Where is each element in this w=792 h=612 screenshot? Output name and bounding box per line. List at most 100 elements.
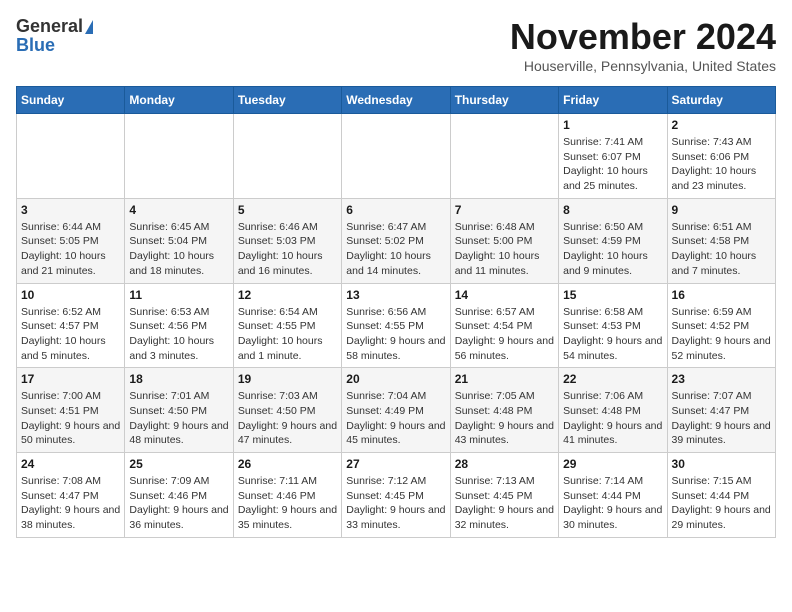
day-info: Sunrise: 7:06 AM Sunset: 4:48 PM Dayligh… xyxy=(563,389,662,448)
calendar-cell: 14 Sunrise: 6:57 AM Sunset: 4:54 PM Dayli… xyxy=(450,283,558,368)
day-number: 6 xyxy=(346,203,445,217)
calendar-cell: 27 Sunrise: 7:12 AM Sunset: 4:45 PM Dayli… xyxy=(342,453,450,538)
day-number: 19 xyxy=(238,372,337,386)
calendar-cell xyxy=(233,114,341,199)
calendar-cell xyxy=(125,114,233,199)
day-info: Sunrise: 7:43 AM Sunset: 6:06 PM Dayligh… xyxy=(672,135,771,194)
logo-blue-text: Blue xyxy=(16,35,55,56)
day-number: 13 xyxy=(346,288,445,302)
day-number: 27 xyxy=(346,457,445,471)
calendar-cell: 23Sunrise: 7:07 AM Sunset: 4:47 PM Dayli… xyxy=(667,368,775,453)
logo-general-text: General xyxy=(16,16,83,37)
day-number: 17 xyxy=(21,372,120,386)
day-info: Sunrise: 6:51 AM Sunset: 4:58 PM Dayligh… xyxy=(672,220,771,279)
day-info: Sunrise: 6:48 AM Sunset: 5:00 PM Dayligh… xyxy=(455,220,554,279)
day-info: Sunrise: 7:09 AM Sunset: 4:46 PM Dayligh… xyxy=(129,474,228,533)
calendar-cell xyxy=(17,114,125,199)
week-row-4: 17Sunrise: 7:00 AM Sunset: 4:51 PM Dayli… xyxy=(17,368,776,453)
calendar-cell: 10 Sunrise: 6:52 AM Sunset: 4:57 PM Dayli… xyxy=(17,283,125,368)
calendar-cell: 8 Sunrise: 6:50 AM Sunset: 4:59 PM Daylig… xyxy=(559,198,667,283)
page-header: General Blue November 2024 Houserville, … xyxy=(16,16,776,74)
day-info: Sunrise: 7:15 AM Sunset: 4:44 PM Dayligh… xyxy=(672,474,771,533)
day-number: 26 xyxy=(238,457,337,471)
day-number: 14 xyxy=(455,288,554,302)
day-number: 9 xyxy=(672,203,771,217)
calendar-cell: 15Sunrise: 6:58 AM Sunset: 4:53 PM Dayli… xyxy=(559,283,667,368)
day-info: Sunrise: 7:05 AM Sunset: 4:48 PM Dayligh… xyxy=(455,389,554,448)
day-number: 25 xyxy=(129,457,228,471)
day-info: Sunrise: 7:08 AM Sunset: 4:47 PM Dayligh… xyxy=(21,474,120,533)
day-info: Sunrise: 7:01 AM Sunset: 4:50 PM Dayligh… xyxy=(129,389,228,448)
week-row-5: 24Sunrise: 7:08 AM Sunset: 4:47 PM Dayli… xyxy=(17,453,776,538)
calendar-cell: 3Sunrise: 6:44 AM Sunset: 5:05 PM Daylig… xyxy=(17,198,125,283)
calendar-cell: 11Sunrise: 6:53 AM Sunset: 4:56 PM Dayli… xyxy=(125,283,233,368)
day-number: 5 xyxy=(238,203,337,217)
day-number: 3 xyxy=(21,203,120,217)
calendar-cell: 2Sunrise: 7:43 AM Sunset: 6:06 PM Daylig… xyxy=(667,114,775,199)
calendar-cell: 24Sunrise: 7:08 AM Sunset: 4:47 PM Dayli… xyxy=(17,453,125,538)
day-info: Sunrise: 7:03 AM Sunset: 4:50 PM Dayligh… xyxy=(238,389,337,448)
calendar-cell: 1 Sunrise: 7:41 AM Sunset: 6:07 PM Daylig… xyxy=(559,114,667,199)
day-info: Sunrise: 7:12 AM Sunset: 4:45 PM Dayligh… xyxy=(346,474,445,533)
day-number: 11 xyxy=(129,288,228,302)
header-day-tuesday: Tuesday xyxy=(233,87,341,114)
day-number: 1 xyxy=(563,118,662,132)
day-number: 22 xyxy=(563,372,662,386)
header-day-wednesday: Wednesday xyxy=(342,87,450,114)
title-section: November 2024 Houserville, Pennsylvania,… xyxy=(510,16,776,74)
calendar-cell: 18 Sunrise: 7:01 AM Sunset: 4:50 PM Dayli… xyxy=(125,368,233,453)
week-row-2: 3Sunrise: 6:44 AM Sunset: 5:05 PM Daylig… xyxy=(17,198,776,283)
calendar-cell: 28 Sunrise: 7:13 AM Sunset: 4:45 PM Dayli… xyxy=(450,453,558,538)
calendar-cell: 6 Sunrise: 6:47 AM Sunset: 5:02 PM Daylig… xyxy=(342,198,450,283)
day-number: 4 xyxy=(129,203,228,217)
day-info: Sunrise: 7:07 AM Sunset: 4:47 PM Dayligh… xyxy=(672,389,771,448)
header-day-saturday: Saturday xyxy=(667,87,775,114)
day-number: 30 xyxy=(672,457,771,471)
day-info: Sunrise: 7:13 AM Sunset: 4:45 PM Dayligh… xyxy=(455,474,554,533)
day-number: 29 xyxy=(563,457,662,471)
day-info: Sunrise: 7:41 AM Sunset: 6:07 PM Dayligh… xyxy=(563,135,662,194)
day-number: 10 xyxy=(21,288,120,302)
calendar-header: SundayMondayTuesdayWednesdayThursdayFrid… xyxy=(17,87,776,114)
day-number: 21 xyxy=(455,372,554,386)
calendar-cell: 13 Sunrise: 6:56 AM Sunset: 4:55 PM Dayli… xyxy=(342,283,450,368)
week-row-3: 10 Sunrise: 6:52 AM Sunset: 4:57 PM Dayli… xyxy=(17,283,776,368)
calendar-cell: 25 Sunrise: 7:09 AM Sunset: 4:46 PM Dayli… xyxy=(125,453,233,538)
logo-triangle-icon xyxy=(85,20,93,34)
calendar-table: SundayMondayTuesdayWednesdayThursdayFrid… xyxy=(16,86,776,538)
day-info: Sunrise: 6:46 AM Sunset: 5:03 PM Dayligh… xyxy=(238,220,337,279)
day-info: Sunrise: 7:04 AM Sunset: 4:49 PM Dayligh… xyxy=(346,389,445,448)
day-info: Sunrise: 6:52 AM Sunset: 4:57 PM Dayligh… xyxy=(21,305,120,364)
calendar-cell: 12Sunrise: 6:54 AM Sunset: 4:55 PM Dayli… xyxy=(233,283,341,368)
logo: General Blue xyxy=(16,16,93,56)
week-row-1: 1 Sunrise: 7:41 AM Sunset: 6:07 PM Daylig… xyxy=(17,114,776,199)
calendar-cell xyxy=(342,114,450,199)
header-day-monday: Monday xyxy=(125,87,233,114)
day-info: Sunrise: 6:45 AM Sunset: 5:04 PM Dayligh… xyxy=(129,220,228,279)
day-info: Sunrise: 6:54 AM Sunset: 4:55 PM Dayligh… xyxy=(238,305,337,364)
calendar-cell: 9 Sunrise: 6:51 AM Sunset: 4:58 PM Daylig… xyxy=(667,198,775,283)
day-info: Sunrise: 6:56 AM Sunset: 4:55 PM Dayligh… xyxy=(346,305,445,364)
day-number: 28 xyxy=(455,457,554,471)
calendar-cell: 4 Sunrise: 6:45 AM Sunset: 5:04 PM Daylig… xyxy=(125,198,233,283)
calendar-cell: 16Sunrise: 6:59 AM Sunset: 4:52 PM Dayli… xyxy=(667,283,775,368)
header-day-sunday: Sunday xyxy=(17,87,125,114)
day-number: 18 xyxy=(129,372,228,386)
calendar-cell: 21 Sunrise: 7:05 AM Sunset: 4:48 PM Dayli… xyxy=(450,368,558,453)
calendar-cell: 22 Sunrise: 7:06 AM Sunset: 4:48 PM Dayli… xyxy=(559,368,667,453)
day-number: 8 xyxy=(563,203,662,217)
location-text: Houserville, Pennsylvania, United States xyxy=(510,58,776,74)
header-day-thursday: Thursday xyxy=(450,87,558,114)
day-number: 15 xyxy=(563,288,662,302)
calendar-cell: 20Sunrise: 7:04 AM Sunset: 4:49 PM Dayli… xyxy=(342,368,450,453)
day-info: Sunrise: 6:50 AM Sunset: 4:59 PM Dayligh… xyxy=(563,220,662,279)
header-day-friday: Friday xyxy=(559,87,667,114)
calendar-cell xyxy=(450,114,558,199)
calendar-cell: 26Sunrise: 7:11 AM Sunset: 4:46 PM Dayli… xyxy=(233,453,341,538)
day-info: Sunrise: 7:14 AM Sunset: 4:44 PM Dayligh… xyxy=(563,474,662,533)
day-info: Sunrise: 6:47 AM Sunset: 5:02 PM Dayligh… xyxy=(346,220,445,279)
header-row: SundayMondayTuesdayWednesdayThursdayFrid… xyxy=(17,87,776,114)
day-info: Sunrise: 6:59 AM Sunset: 4:52 PM Dayligh… xyxy=(672,305,771,364)
calendar-cell: 5 Sunrise: 6:46 AM Sunset: 5:03 PM Daylig… xyxy=(233,198,341,283)
day-info: Sunrise: 6:57 AM Sunset: 4:54 PM Dayligh… xyxy=(455,305,554,364)
